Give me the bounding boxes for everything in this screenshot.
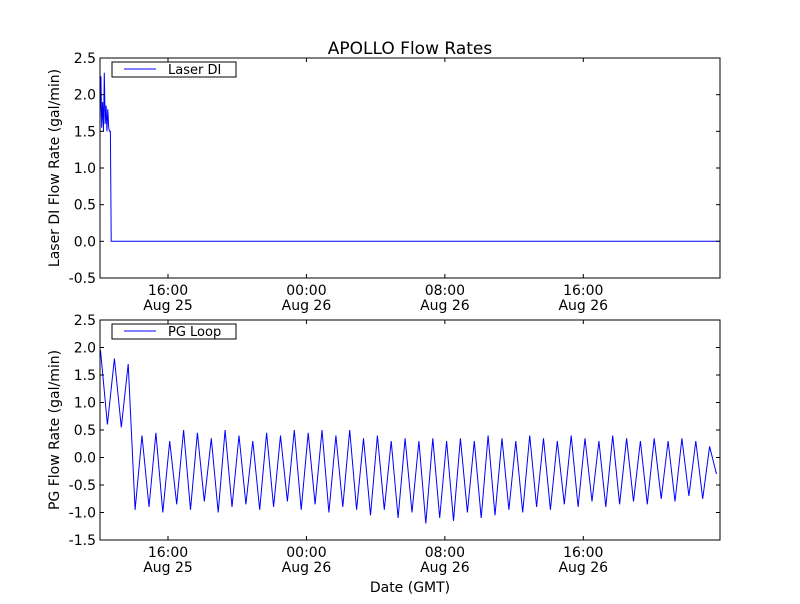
- x-tick-date-label: Aug 26: [420, 560, 470, 576]
- y-tick-label: 0.0: [74, 451, 96, 467]
- top-y-axis-label: Laser DI Flow Rate (gal/min): [47, 69, 63, 267]
- x-tick-date-label: Aug 26: [282, 298, 332, 314]
- y-tick-label: 1.5: [74, 368, 96, 384]
- top-axes: -0.50.00.51.01.52.02.516:00Aug 2500:00Au…: [69, 51, 721, 314]
- legend: PG Loop: [111, 323, 237, 340]
- legend: Laser DI: [111, 61, 237, 78]
- x-tick-time-label: 16:00: [563, 283, 603, 299]
- y-tick-label: 2.0: [74, 88, 96, 104]
- series-line-laser-di: [99, 72, 720, 242]
- series-line-pg-loop: [100, 350, 717, 524]
- x-tick-time-label: 00:00: [286, 283, 326, 299]
- y-tick-label: -1.0: [69, 506, 96, 522]
- x-tick-time-label: 00:00: [286, 545, 326, 561]
- x-tick-time-label: 08:00: [425, 283, 465, 299]
- chart-figure: APOLLO Flow Rates -0.5 0.0 0.5 1.0 1.5 2.0 2.5…: [0, 0, 800, 600]
- x-tick-time-label: 16:00: [148, 545, 188, 561]
- y-tick-label: 2.0: [74, 341, 96, 357]
- axes-frame: [99, 57, 721, 279]
- y-tick-label: 0.0: [74, 234, 96, 250]
- y-tick-label: 0.5: [74, 198, 96, 214]
- x-tick-date-label: Aug 25: [143, 560, 193, 576]
- x-tick-date-label: Aug 26: [558, 560, 608, 576]
- x-tick-date-label: Aug 25: [143, 298, 193, 314]
- x-tick-time-label: 08:00: [425, 545, 465, 561]
- y-tick-label: -0.5: [69, 271, 96, 287]
- y-tick-label: -1.5: [69, 533, 96, 549]
- chart-title: APOLLO Flow Rates: [328, 39, 493, 59]
- legend-label: Laser DI: [168, 63, 221, 78]
- y-tick-label: 0.5: [74, 423, 96, 439]
- x-tick-time-label: 16:00: [563, 545, 603, 561]
- axes-frame: [99, 319, 721, 541]
- y-tick-label: 1.0: [74, 161, 96, 177]
- bottom-y-axis-label: PG Flow Rate (gal/min): [47, 350, 63, 510]
- x-tick-date-label: Aug 26: [420, 298, 470, 314]
- x-tick-date-label: Aug 26: [282, 560, 332, 576]
- y-tick-label: 1.5: [74, 124, 96, 140]
- x-tick-date-label: Aug 26: [558, 298, 608, 314]
- x-axis-label: Date (GMT): [370, 580, 450, 596]
- bottom-axes: -1.5-1.0-0.50.00.51.01.52.02.516:00Aug 2…: [69, 313, 721, 576]
- chart-svg: APOLLO Flow Rates -0.5 0.0 0.5 1.0 1.5 2.0 2.5…: [47, 39, 721, 596]
- y-tick-label: 2.5: [74, 313, 96, 329]
- y-tick-label: 2.5: [74, 51, 96, 67]
- y-tick-label: -0.5: [69, 478, 96, 494]
- legend-label: PG Loop: [168, 325, 221, 340]
- y-tick-label: 1.0: [74, 396, 96, 412]
- x-tick-time-label: 16:00: [148, 283, 188, 299]
